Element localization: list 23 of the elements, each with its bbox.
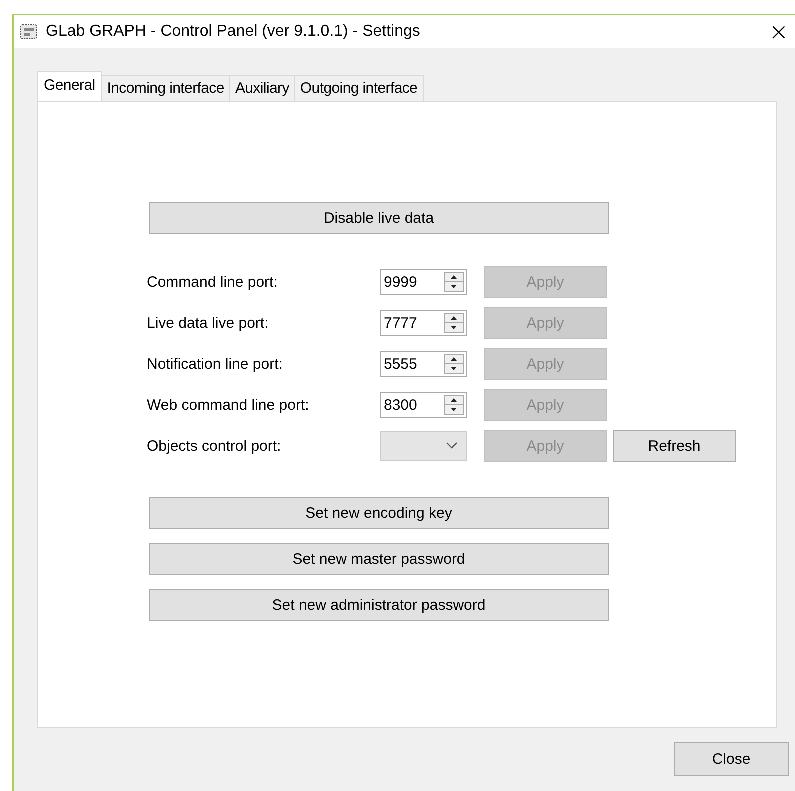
port-spinner[interactable]: 7777 xyxy=(380,310,467,336)
spinner-arrows-icon[interactable] xyxy=(444,354,464,374)
close-button[interactable]: Close xyxy=(674,742,789,776)
spinner-arrows-icon[interactable] xyxy=(444,272,464,292)
port-label: Live data live port: xyxy=(147,314,270,332)
spinner-arrows-icon[interactable] xyxy=(444,395,464,415)
action-button[interactable]: Set new master password xyxy=(149,543,609,575)
port-label: Notification line port: xyxy=(147,356,284,372)
port-label: Objects control port: xyxy=(147,438,282,454)
port-spinner[interactable]: 8300 xyxy=(380,392,467,418)
port-spinner[interactable]: 9999 xyxy=(380,269,467,295)
app-icon xyxy=(20,24,38,40)
chevron-down-icon xyxy=(446,442,458,450)
port-label: Web command line port: xyxy=(147,396,310,414)
window-title: GLab GRAPH - Control Panel (ver 9.1.0.1) - Settings xyxy=(46,22,422,40)
action-button[interactable]: Set new administrator password xyxy=(149,589,609,621)
disable-live-data-button[interactable]: Disable live data xyxy=(149,202,609,234)
port-label: Command line port: xyxy=(147,274,279,290)
tab[interactable]: General xyxy=(37,71,102,101)
spinner-arrows-icon[interactable] xyxy=(444,313,464,333)
port-spinner[interactable]: 5555 xyxy=(380,351,467,377)
tab[interactable]: Outgoing interface xyxy=(294,75,424,101)
action-button[interactable]: Set new encoding key xyxy=(149,497,609,529)
